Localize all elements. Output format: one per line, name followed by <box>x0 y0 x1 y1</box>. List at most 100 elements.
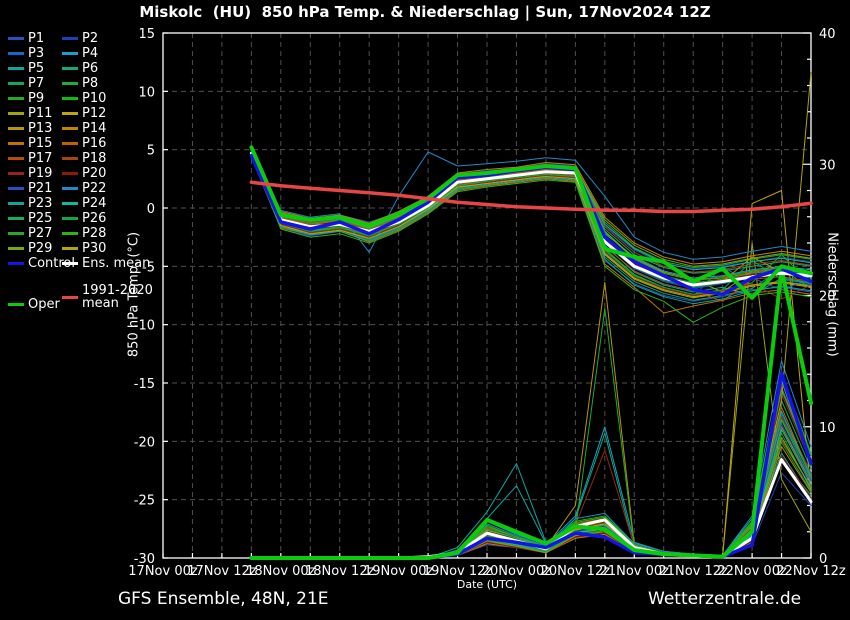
temp-axis-title: 850 hPa Temp. (°C) <box>127 185 142 405</box>
legend-item-p27-label: P27 <box>28 227 52 240</box>
legend-item-p2-label: P2 <box>82 32 98 45</box>
legend-item-p14: P14 <box>62 122 106 135</box>
site-credit-label: Wetterzentrale.de <box>648 589 801 609</box>
legend-item-p19-swatch <box>8 172 24 175</box>
series-p19-precip <box>251 394 811 558</box>
legend-item-control-swatch <box>8 262 24 265</box>
legend-item-p4-label: P4 <box>82 47 98 60</box>
legend-item-p3-label: P3 <box>28 47 44 60</box>
legend-item-p18-label: P18 <box>82 152 106 165</box>
legend-item-p12-label: P12 <box>82 107 106 120</box>
legend-item-p20-swatch <box>62 172 78 175</box>
legend-item-p15-swatch <box>8 142 24 145</box>
legend-item-p21: P21 <box>8 182 52 195</box>
legend-item-p16: P16 <box>62 137 106 150</box>
legend-item-p15: P15 <box>8 137 52 150</box>
legend-item-p8-label: P8 <box>82 77 98 90</box>
legend-item-p10-swatch <box>62 97 78 100</box>
series-p10-precip <box>251 374 811 558</box>
legend-item-p18-swatch <box>62 157 78 160</box>
legend-item-p28-label: P28 <box>82 227 106 240</box>
legend-item-p3-swatch <box>8 52 24 55</box>
model-location-label: GFS Ensemble, 48N, 21E <box>118 589 329 609</box>
axis-tick-label: 30 <box>819 158 836 173</box>
legend-item-p18: P18 <box>62 152 106 165</box>
legend-item-p20-label: P20 <box>82 167 106 180</box>
axis-tick-label: 22Nov 12z <box>776 564 846 579</box>
axis-tick-label: -20 <box>134 435 155 450</box>
legend-item-p8-swatch <box>62 82 78 85</box>
series-p28-precip <box>251 377 811 558</box>
series-control-precip <box>251 373 811 558</box>
legend-item-p24-swatch <box>62 202 78 205</box>
axis-tick-label: 0 <box>147 202 155 217</box>
legend-item-clim-mean-label: 1991-2020mean <box>82 284 153 310</box>
precip-axis-title: Niederschlag (mm) <box>825 185 840 405</box>
legend-item-p23-label: P23 <box>28 197 52 210</box>
series-p8-precip <box>251 401 811 559</box>
axis-tick-label: -25 <box>134 494 155 509</box>
ensemble-meteogram-page: Miskolc (HU) 850 hPa Temp. & Niederschla… <box>0 0 850 620</box>
legend-item-p29-label: P29 <box>28 242 52 255</box>
legend-item-p11: P11 <box>8 107 52 120</box>
legend-item-p15-label: P15 <box>28 137 52 150</box>
legend-item-p7: P7 <box>8 77 44 90</box>
legend-item-p4-swatch <box>62 52 78 55</box>
legend-item-p30-swatch <box>62 247 78 250</box>
series-p22-precip <box>251 361 811 558</box>
legend-item-p22: P22 <box>62 182 106 195</box>
series-p4-precip <box>251 381 811 558</box>
legend-item-p7-label: P7 <box>28 77 44 90</box>
legend-item-oper-label: Oper <box>28 298 60 311</box>
legend-item-clim-mean-swatch <box>62 296 78 299</box>
legend-item-p30: P30 <box>62 242 106 255</box>
axis-tick-label: 40 <box>819 27 836 42</box>
series-p27-precip <box>251 309 811 558</box>
legend-item-p24: P24 <box>62 197 106 210</box>
legend-item-p14-swatch <box>62 127 78 130</box>
legend-item-p30-label: P30 <box>82 242 106 255</box>
legend-item-p24-label: P24 <box>82 197 106 210</box>
legend-item-p2-swatch <box>62 37 78 40</box>
legend-item-p12-swatch <box>62 112 78 115</box>
legend-item-p22-swatch <box>62 187 78 190</box>
legend-item-p27-swatch <box>8 232 24 235</box>
legend-item-p9: P9 <box>8 92 44 105</box>
series-p30-precip <box>251 72 811 558</box>
legend-item-p26-swatch <box>62 217 78 220</box>
legend-item-p10-label: P10 <box>82 92 106 105</box>
legend-item-p8: P8 <box>62 77 98 90</box>
legend-item-oper: Oper <box>8 298 60 311</box>
legend-item-p23: P23 <box>8 197 52 210</box>
legend-item-p2: P2 <box>62 32 98 45</box>
axis-tick-label: 10 <box>819 421 836 436</box>
legend-item-p16-label: P16 <box>82 137 106 150</box>
legend-item-p29-swatch <box>8 247 24 250</box>
axis-tick-label: 10 <box>138 85 155 100</box>
series-p15-precip <box>251 407 811 558</box>
legend-item-p23-swatch <box>8 202 24 205</box>
series-p16-precip <box>251 387 811 558</box>
legend-item-p17-swatch <box>8 157 24 160</box>
legend-item-p1-swatch <box>8 37 24 40</box>
legend-item-p3: P3 <box>8 47 44 60</box>
legend-item-p13-swatch <box>8 127 24 130</box>
legend-item-p27: P27 <box>8 227 52 240</box>
legend-item-p26-label: P26 <box>82 212 106 225</box>
legend-item-p21-label: P21 <box>28 182 52 195</box>
legend-item-p25: P25 <box>8 212 52 225</box>
legend-item-p6-swatch <box>62 67 78 70</box>
legend-item-p9-label: P9 <box>28 92 44 105</box>
legend-item-p25-swatch <box>8 217 24 220</box>
legend-item-p19-label: P19 <box>28 167 52 180</box>
legend-item-oper-swatch <box>8 303 24 307</box>
legend-item-p28-swatch <box>62 232 78 235</box>
legend-item-p19: P19 <box>8 167 52 180</box>
legend-item-p1: P1 <box>8 32 44 45</box>
legend-item-p6-label: P6 <box>82 62 98 75</box>
legend-item-p26: P26 <box>62 212 106 225</box>
legend-item-p25-label: P25 <box>28 212 52 225</box>
axis-tick-label: 15 <box>138 27 155 42</box>
legend-item-p5: P5 <box>8 62 44 75</box>
legend-item-p16-swatch <box>62 142 78 145</box>
